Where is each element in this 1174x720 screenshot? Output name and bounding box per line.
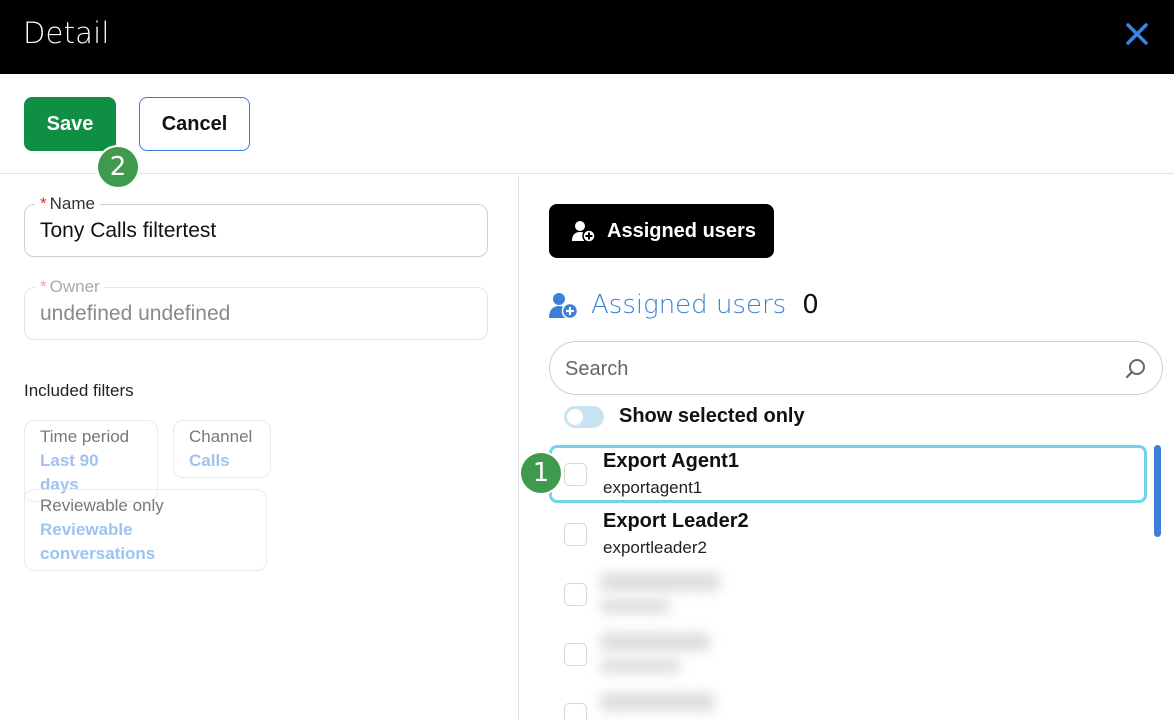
show-selected-label: Show selected only [619,405,805,427]
filter-chip-reviewable: Reviewable only Reviewable conversations [24,489,267,571]
search-icon[interactable] [1124,357,1148,381]
filter-value: Reviewable conversations [40,520,156,563]
list-item-redacted[interactable] [549,625,1147,683]
list-item-redacted[interactable] [549,565,1147,623]
cancel-button[interactable]: Cancel [139,97,250,151]
owner-value: undefined undefined [40,302,231,325]
filter-chip-channel: Channel Calls [173,420,271,478]
user-list-scrollbar[interactable] [1152,443,1162,720]
scrollbar-thumb[interactable] [1154,445,1161,537]
user-name: Export Agent1 [603,450,739,472]
toggle-knob [567,408,583,425]
list-item[interactable]: Export Leader2 exportleader2 [549,505,1147,563]
name-field[interactable]: * Name Tony Calls filtertest [24,194,488,257]
user-checkbox[interactable] [564,643,587,666]
filter-key: Reviewable only [40,496,164,515]
name-label: * Name [35,194,100,214]
user-name: Export Leader2 [603,510,749,532]
search-box [549,341,1163,395]
filter-key: Time period [40,427,130,446]
assigned-users-button-label: Assigned users [607,219,756,242]
user-checkbox[interactable] [564,463,587,486]
dialog-title: Detail [23,16,110,50]
user-checkbox[interactable] [564,703,587,720]
user-login: exportagent1 [603,478,703,497]
show-selected-toggle-row: Show selected only [564,405,805,428]
redacted-content [596,629,731,681]
filter-key: Channel [189,427,253,446]
user-checkbox[interactable] [564,583,587,606]
assigned-users-heading-label: Assigned users [591,290,787,320]
save-button[interactable]: Save [24,97,116,151]
step-marker-1: 1 [521,453,561,493]
user-checkbox[interactable] [564,523,587,546]
list-item-redacted[interactable] [549,685,1147,720]
list-item[interactable]: Export Agent1 exportagent1 [549,445,1147,503]
search-input[interactable] [565,354,1105,384]
details-panel: * Name Tony Calls filtertest * Owner undef… [0,175,518,720]
user-login: exportleader2 [603,538,707,557]
included-filters-title: Included filters [24,381,134,400]
assigned-users-button[interactable]: Assigned users [549,204,774,258]
required-mark: * [40,194,47,213]
owner-field: * Owner undefined undefined [24,277,488,340]
add-user-icon [549,293,579,319]
name-label-text: Name [49,194,95,213]
owner-label: * Owner [35,277,105,297]
required-mark: * [40,277,47,296]
owner-label-text: Owner [49,277,100,296]
add-user-icon [572,221,596,243]
dialog-header: Detail [0,0,1174,74]
assigned-users-heading: Assigned users 0 [549,290,819,320]
redacted-content [596,569,731,621]
assigned-users-count: 0 [802,290,819,320]
show-selected-toggle[interactable] [564,405,604,428]
name-value[interactable]: Tony Calls filtertest [40,219,216,243]
action-toolbar: Save Cancel 2 [0,74,1174,187]
close-icon[interactable] [1121,18,1153,50]
redacted-content [596,689,731,720]
user-list: Export Agent1 exportagent1 Export Leader… [549,443,1169,720]
assigned-users-panel: Assigned users Assigned users 0 Show sel… [519,175,1174,720]
filter-value: Calls [189,451,230,470]
